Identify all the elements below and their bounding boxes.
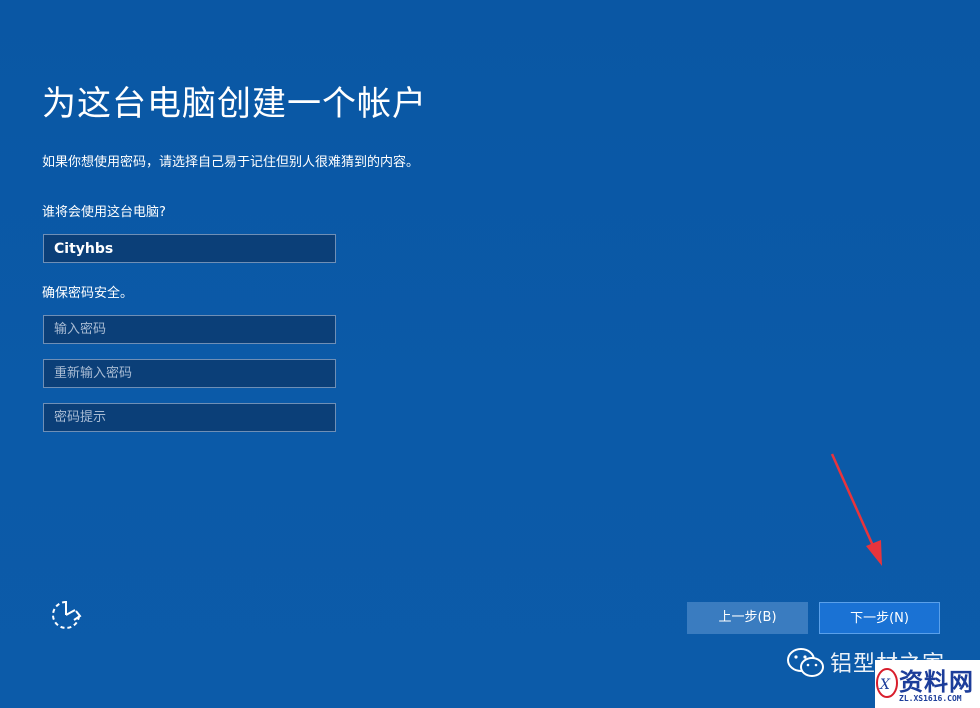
password-input[interactable] [43, 315, 336, 344]
watermark-logo: X 资料网 ZL.XS1616.COM [875, 660, 980, 708]
back-button[interactable]: 上一步(B) [687, 602, 808, 634]
oobe-account-page: 为这台电脑创建一个帐户 如果你想使用密码，请选择自己易于记住但别人很难猜到的内容… [0, 0, 980, 708]
password-hint-input[interactable] [43, 403, 336, 432]
page-title: 为这台电脑创建一个帐户 [42, 84, 427, 124]
ease-of-access-icon [52, 601, 82, 629]
page-description: 如果你想使用密码，请选择自己易于记住但别人很难猜到的内容。 [42, 155, 420, 170]
username-input[interactable] [43, 234, 336, 263]
next-button[interactable]: 下一步(N) [819, 602, 940, 634]
username-label: 谁将会使用这台电脑? [42, 205, 166, 220]
password-section-label: 确保密码安全。 [42, 286, 134, 301]
ease-of-access-button[interactable] [49, 598, 83, 632]
watermark-logo-text: 资料网 [899, 668, 974, 696]
watermark-logo-url: ZL.XS1616.COM [899, 694, 962, 703]
watermark: 铝型材之家 X 资料网 ZL.XS1616.COM [780, 640, 980, 708]
red-arrow-icon [830, 453, 882, 566]
wechat-icon [787, 648, 824, 677]
svg-text:X: X [879, 677, 891, 693]
logo-xs-icon: X [876, 668, 898, 698]
confirm-password-input[interactable] [43, 359, 336, 388]
